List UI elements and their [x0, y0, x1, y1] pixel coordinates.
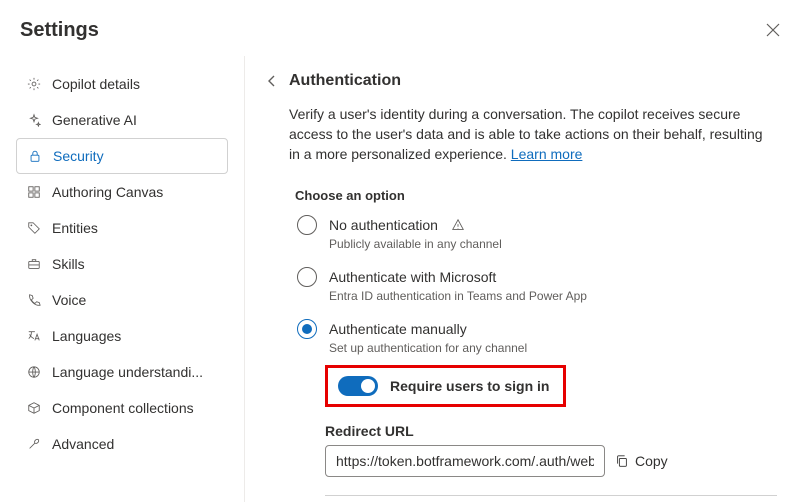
chevron-left-icon [266, 75, 278, 87]
warning-icon [450, 217, 466, 233]
globe-icon [26, 364, 42, 380]
back-button[interactable] [263, 72, 281, 90]
copy-label: Copy [635, 453, 668, 469]
sidebar-item-label: Authoring Canvas [52, 184, 163, 200]
require-signin-toggle[interactable] [338, 376, 378, 396]
radio-button[interactable] [297, 215, 317, 235]
sidebar-item-label: Language understandi... [52, 364, 203, 380]
sidebar-item-label: Advanced [52, 436, 114, 452]
radio-no-authentication[interactable]: No authentication [289, 213, 777, 235]
radio-button[interactable] [297, 319, 317, 339]
require-signin-highlight: Require users to sign in [325, 365, 566, 407]
choose-option-label: Choose an option [289, 188, 777, 203]
box-icon [26, 400, 42, 416]
sidebar-item-label: Copilot details [52, 76, 140, 92]
sidebar-item-label: Security [53, 148, 104, 164]
settings-header: Settings [0, 0, 805, 56]
radio-sublabel: Entra ID authentication in Teams and Pow… [289, 287, 777, 317]
gear-icon [26, 76, 42, 92]
section-title: Authentication [289, 72, 401, 90]
sidebar-item-language-understanding[interactable]: Language understandi... [16, 354, 228, 390]
settings-sidebar: Copilot details Generative AI Security A… [0, 56, 245, 502]
wrench-icon [26, 436, 42, 452]
sidebar-item-skills[interactable]: Skills [16, 246, 228, 282]
redirect-url-label: Redirect URL [325, 423, 777, 439]
section-description: Verify a user's identity during a conver… [263, 104, 777, 164]
radio-authenticate-microsoft[interactable]: Authenticate with Microsoft [289, 265, 777, 287]
sidebar-item-voice[interactable]: Voice [16, 282, 228, 318]
sidebar-item-copilot-details[interactable]: Copilot details [16, 66, 228, 102]
redirect-url-input[interactable] [325, 445, 605, 477]
radio-label: No authentication [329, 217, 438, 233]
learn-more-link[interactable]: Learn more [511, 146, 583, 162]
sidebar-item-security[interactable]: Security [16, 138, 228, 174]
close-button[interactable] [761, 18, 785, 42]
language-icon [26, 328, 42, 344]
phone-icon [26, 292, 42, 308]
page-title: Settings [20, 19, 99, 42]
sidebar-item-label: Skills [52, 256, 85, 272]
sidebar-item-label: Component collections [52, 400, 194, 416]
sidebar-item-entities[interactable]: Entities [16, 210, 228, 246]
radio-label: Authenticate with Microsoft [329, 269, 496, 285]
sidebar-item-component-collections[interactable]: Component collections [16, 390, 228, 426]
sparkle-icon [26, 112, 42, 128]
require-signin-label: Require users to sign in [390, 378, 549, 394]
radio-label: Authenticate manually [329, 321, 467, 337]
radio-sublabel: Set up authentication for any channel [289, 339, 777, 361]
sidebar-item-label: Entities [52, 220, 98, 236]
lock-icon [27, 148, 43, 164]
sidebar-item-authoring-canvas[interactable]: Authoring Canvas [16, 174, 228, 210]
sidebar-item-label: Generative AI [52, 112, 137, 128]
sidebar-item-advanced[interactable]: Advanced [16, 426, 228, 462]
radio-button[interactable] [297, 267, 317, 287]
radio-authenticate-manually[interactable]: Authenticate manually [289, 317, 777, 339]
close-icon [766, 23, 780, 37]
sidebar-item-label: Voice [52, 292, 86, 308]
briefcase-icon [26, 256, 42, 272]
sidebar-item-languages[interactable]: Languages [16, 318, 228, 354]
sidebar-item-label: Languages [52, 328, 121, 344]
sidebar-item-generative-ai[interactable]: Generative AI [16, 102, 228, 138]
radio-sublabel: Publicly available in any channel [289, 235, 777, 265]
copy-icon [615, 454, 629, 468]
grid-icon [26, 184, 42, 200]
copy-button[interactable]: Copy [615, 453, 668, 469]
divider [325, 495, 777, 496]
tag-icon [26, 220, 42, 236]
main-panel: Authentication Verify a user's identity … [245, 56, 805, 502]
